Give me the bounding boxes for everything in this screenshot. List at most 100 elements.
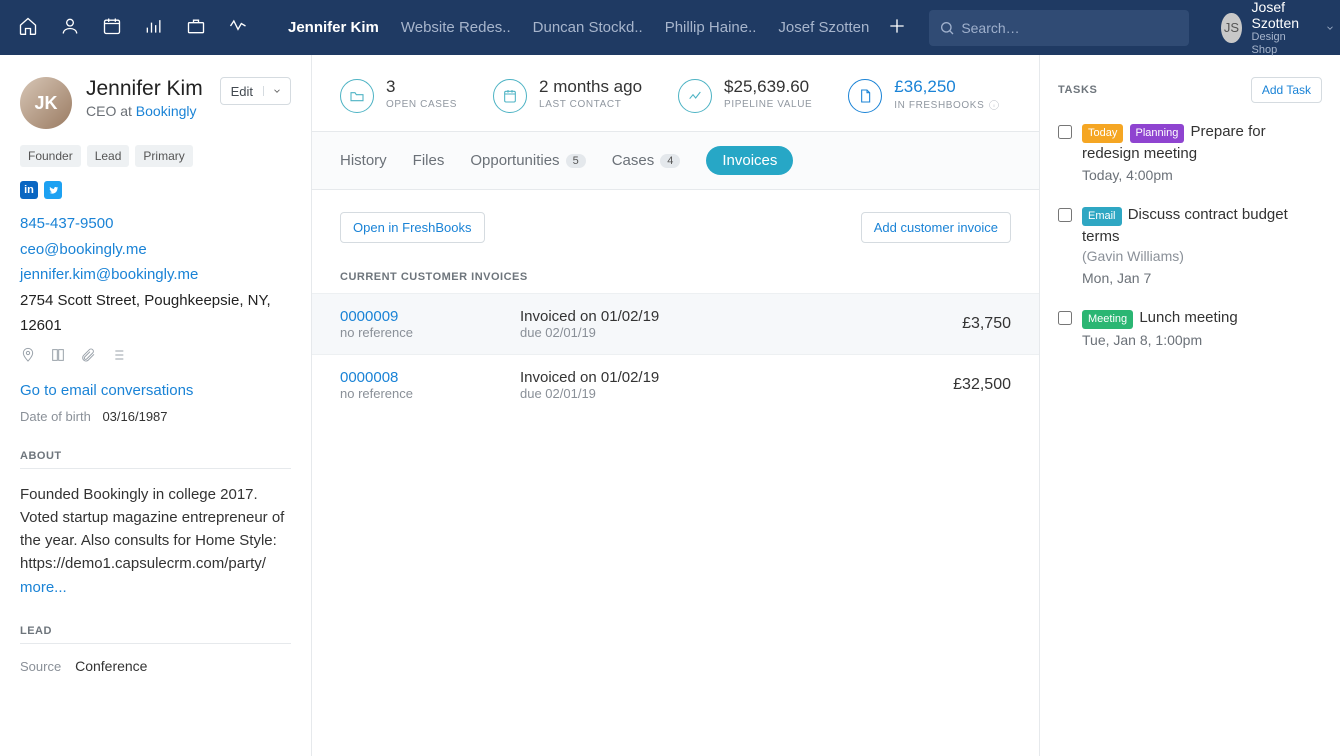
- cases-badge: 4: [660, 154, 680, 168]
- about-text: Founded Bookingly in college 2017. Voted…: [20, 483, 291, 599]
- tab-3[interactable]: Phillip Haine..: [665, 19, 757, 36]
- task-item: Email Discuss contract budget terms (Gav…: [1058, 204, 1322, 289]
- tag[interactable]: Founder: [20, 145, 81, 167]
- tab-cases[interactable]: Cases4: [612, 152, 681, 169]
- search-icon: [939, 20, 955, 36]
- detail-icons: [20, 347, 291, 366]
- task-extra: (Gavin Williams): [1082, 247, 1322, 267]
- stat-label: PIPELINE VALUE: [724, 99, 812, 110]
- tag[interactable]: Lead: [87, 145, 130, 167]
- phone-link[interactable]: 845-437-9500: [20, 215, 113, 232]
- task-checkbox[interactable]: [1058, 311, 1072, 325]
- add-task-button[interactable]: Add Task: [1251, 77, 1322, 103]
- info-icon[interactable]: [988, 99, 1000, 111]
- invoice-number[interactable]: 0000009: [340, 308, 520, 325]
- add-invoice-button[interactable]: Add customer invoice: [861, 212, 1011, 243]
- tab-1[interactable]: Website Redes..: [401, 19, 511, 36]
- home-icon[interactable]: [18, 16, 38, 39]
- stat-freshbooks: £36,250 IN FRESHBOOKS: [848, 77, 1000, 113]
- invoice-row[interactable]: 0000009 no reference Invoiced on 01/02/1…: [312, 293, 1039, 354]
- pill-email: Email: [1082, 207, 1122, 226]
- stat-value: £36,250: [894, 77, 1000, 97]
- stat-value: $25,639.60: [724, 77, 812, 97]
- tab-opportunities[interactable]: Opportunities5: [470, 152, 585, 169]
- go-to-email-link[interactable]: Go to email conversations: [20, 382, 291, 399]
- nav-icon-group: [18, 16, 248, 39]
- search-input[interactable]: [929, 10, 1189, 46]
- bars-icon[interactable]: [144, 16, 164, 39]
- invoices-section-title: CURRENT CUSTOMER INVOICES: [312, 243, 1039, 293]
- lead-source-label: Source: [20, 659, 61, 674]
- folder-icon: [340, 79, 374, 113]
- user-menu[interactable]: JS Josef Szotten Design Shop: [1221, 0, 1334, 56]
- add-icon[interactable]: [887, 16, 907, 39]
- tab-0[interactable]: Jennifer Kim: [288, 19, 379, 36]
- stat-label: IN FRESHBOOKS: [894, 99, 1000, 111]
- stat-open-cases: 3OPEN CASES: [340, 77, 457, 113]
- email2-link[interactable]: jennifer.kim@bookingly.me: [20, 266, 198, 283]
- tab-files[interactable]: Files: [413, 152, 445, 169]
- location-pin-icon[interactable]: [20, 347, 36, 366]
- briefcase-icon[interactable]: [186, 16, 206, 39]
- stat-last-contact: 2 months ago LAST CONTACT: [493, 77, 642, 113]
- contact-tags: Founder Lead Primary: [20, 145, 291, 167]
- user-org: Design Shop: [1252, 31, 1309, 56]
- lead-source-value: Conference: [75, 658, 147, 674]
- content-tabs: History Files Opportunities5 Cases4 Invo…: [312, 132, 1039, 190]
- edit-dropdown[interactable]: [263, 86, 290, 96]
- stat-label: OPEN CASES: [386, 99, 457, 110]
- tasks-heading: TASKS: [1058, 84, 1097, 96]
- pill-meeting: Meeting: [1082, 310, 1133, 329]
- address: 2754 Scott Street, Poughkeepsie, NY, 126…: [20, 288, 291, 339]
- search-wrap: [929, 10, 1189, 46]
- task-title[interactable]: Lunch meeting: [1139, 309, 1237, 326]
- tab-4[interactable]: Josef Szotten: [778, 19, 869, 36]
- contact-sidebar: JK Jennifer Kim CEO at Bookingly Edit Fo…: [0, 55, 312, 756]
- contact-photo: JK: [20, 77, 72, 129]
- email1-link[interactable]: ceo@bookingly.me: [20, 241, 147, 258]
- edit-button[interactable]: Edit: [220, 77, 291, 105]
- list-icon[interactable]: [110, 347, 126, 366]
- invoice-amount: £3,750: [891, 315, 1011, 333]
- invoice-due: due 02/01/19: [520, 386, 891, 401]
- breadcrumb-tabs: Jennifer Kim Website Redes.. Duncan Stoc…: [288, 19, 869, 36]
- about-heading: ABOUT: [20, 450, 291, 469]
- task-item: Today Planning Prepare for redesign meet…: [1058, 121, 1322, 186]
- top-navigation: Jennifer Kim Website Redes.. Duncan Stoc…: [0, 0, 1340, 55]
- attachment-icon[interactable]: [80, 347, 96, 366]
- activity-icon[interactable]: [228, 16, 248, 39]
- task-sub: Tue, Jan 8, 1:00pm: [1082, 331, 1322, 351]
- tasks-panel: TASKS Add Task Today Planning Prepare fo…: [1040, 55, 1340, 756]
- stat-pipeline: $25,639.60 PIPELINE VALUE: [678, 77, 812, 113]
- twitter-icon[interactable]: [44, 181, 62, 199]
- calendar-stat-icon: [493, 79, 527, 113]
- task-checkbox[interactable]: [1058, 208, 1072, 222]
- contact-role: CEO at Bookingly: [86, 103, 203, 119]
- book-icon[interactable]: [50, 347, 66, 366]
- user-avatar: JS: [1221, 13, 1241, 43]
- person-icon[interactable]: [60, 16, 80, 39]
- tag[interactable]: Primary: [135, 145, 192, 167]
- invoice-reference: no reference: [340, 325, 520, 340]
- stat-value: 2 months ago: [539, 77, 642, 97]
- lead-heading: LEAD: [20, 625, 291, 644]
- tab-history[interactable]: History: [340, 152, 387, 169]
- chevron-down-icon: [1325, 20, 1335, 36]
- invoice-date: Invoiced on 01/02/19: [520, 369, 891, 386]
- pill-planning: Planning: [1130, 124, 1185, 143]
- invoice-number[interactable]: 0000008: [340, 369, 520, 386]
- tab-invoices[interactable]: Invoices: [706, 146, 793, 175]
- task-checkbox[interactable]: [1058, 125, 1072, 139]
- dob-label: Date of birth: [20, 409, 91, 424]
- linkedin-icon[interactable]: in: [20, 181, 38, 199]
- open-freshbooks-button[interactable]: Open in FreshBooks: [340, 212, 485, 243]
- stat-label: LAST CONTACT: [539, 99, 642, 110]
- company-link[interactable]: Bookingly: [136, 103, 197, 119]
- invoice-row[interactable]: 0000008 no reference Invoiced on 01/02/1…: [312, 354, 1039, 415]
- invoice-reference: no reference: [340, 386, 520, 401]
- about-more-link[interactable]: more...: [20, 579, 67, 596]
- invoice-date: Invoiced on 01/02/19: [520, 308, 891, 325]
- tab-2[interactable]: Duncan Stockd..: [533, 19, 643, 36]
- contact-name: Jennifer Kim: [86, 77, 203, 101]
- calendar-icon[interactable]: [102, 16, 122, 39]
